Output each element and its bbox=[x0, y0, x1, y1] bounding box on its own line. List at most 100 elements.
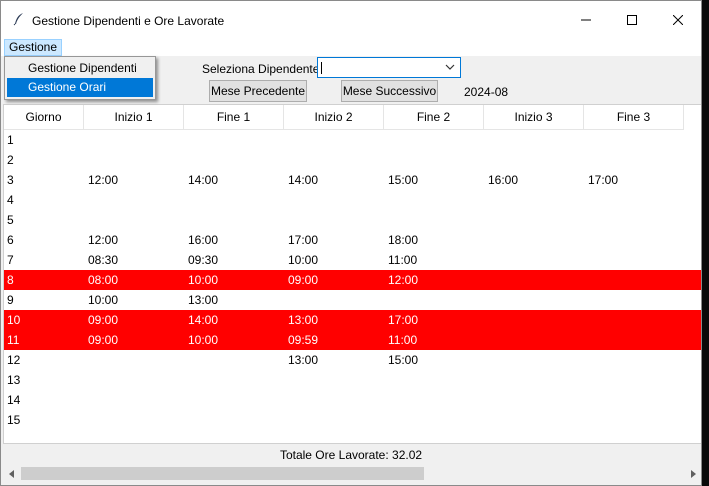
time-cell bbox=[384, 290, 484, 310]
feather-icon bbox=[13, 12, 25, 26]
time-cell: 08:30 bbox=[88, 253, 119, 267]
time-cell: 10:00 bbox=[188, 273, 219, 287]
day-cell: 7 bbox=[7, 253, 14, 267]
time-cell bbox=[184, 210, 284, 230]
table-body: 1 2 3 12:00 14:00 14:00 15:00 16:00 17:00 4 5 6 12:0… bbox=[4, 130, 701, 430]
menu-item-gestione-dipendenti[interactable]: Gestione Dipendenti bbox=[7, 59, 153, 78]
next-month-button[interactable]: Mese Successivo bbox=[341, 80, 438, 102]
time-cell bbox=[384, 390, 484, 410]
time-cell bbox=[384, 190, 484, 210]
arrow-right-icon bbox=[690, 469, 696, 478]
column-header[interactable]: Fine 1 bbox=[184, 105, 284, 130]
scroll-left-button[interactable] bbox=[3, 465, 20, 482]
time-cell bbox=[384, 370, 484, 390]
chevron-down-icon[interactable] bbox=[444, 61, 456, 73]
time-cell bbox=[584, 410, 684, 430]
table-row[interactable]: 15 bbox=[4, 410, 701, 430]
time-cell: 09:00 bbox=[288, 273, 319, 287]
table-row[interactable]: 7 08:30 09:30 10:00 11:00 bbox=[4, 250, 701, 270]
time-cell: 11:00 bbox=[388, 253, 418, 267]
table-row[interactable]: 11 09:00 10:00 09:59 11:00 bbox=[4, 330, 701, 350]
time-cell: 17:00 bbox=[288, 233, 319, 247]
scroll-right-button[interactable] bbox=[685, 465, 701, 482]
time-cell: 17:00 bbox=[388, 313, 419, 327]
time-cell bbox=[84, 190, 184, 210]
time-cell bbox=[184, 190, 284, 210]
time-cell bbox=[584, 310, 684, 330]
employee-combobox[interactable] bbox=[317, 57, 461, 78]
column-header[interactable]: Fine 3 bbox=[584, 105, 684, 130]
time-cell bbox=[484, 410, 584, 430]
time-cell bbox=[584, 390, 684, 410]
minimize-button[interactable] bbox=[563, 1, 609, 39]
time-cell bbox=[284, 190, 384, 210]
time-cell bbox=[584, 210, 684, 230]
day-cell: 10 bbox=[7, 313, 21, 327]
table-row[interactable]: 3 12:00 14:00 14:00 15:00 16:00 17:00 bbox=[4, 170, 701, 190]
table-row[interactable]: 14 bbox=[4, 390, 701, 410]
time-cell: 15:00 bbox=[388, 173, 419, 187]
time-cell bbox=[284, 150, 384, 170]
day-cell: 11 bbox=[7, 333, 20, 347]
time-cell bbox=[384, 410, 484, 430]
time-cell bbox=[84, 410, 184, 430]
time-cell bbox=[284, 370, 384, 390]
time-cell: 17:00 bbox=[588, 173, 619, 187]
time-cell: 10:00 bbox=[188, 333, 219, 347]
time-cell: 09:00 bbox=[88, 333, 119, 347]
maximize-button[interactable] bbox=[609, 1, 655, 39]
menu-item-gestione-orari[interactable]: Gestione Orari bbox=[7, 78, 153, 97]
day-cell: 15 bbox=[7, 413, 21, 427]
day-cell: 1 bbox=[7, 133, 14, 147]
time-cell: 10:00 bbox=[88, 293, 119, 307]
table-row[interactable]: 12 13:00 15:00 bbox=[4, 350, 701, 370]
time-cell bbox=[484, 350, 584, 370]
column-header[interactable]: Inizio 1 bbox=[84, 105, 184, 130]
column-header[interactable]: Giorno bbox=[4, 105, 84, 130]
title-bar[interactable]: Gestione Dipendenti e Ore Lavorate bbox=[1, 1, 701, 39]
time-cell bbox=[84, 370, 184, 390]
time-cell: 18:00 bbox=[388, 233, 419, 247]
table-row[interactable]: 2 bbox=[4, 150, 701, 170]
time-cell: 13:00 bbox=[288, 313, 319, 327]
time-cell bbox=[284, 290, 384, 310]
time-cell bbox=[484, 310, 584, 330]
time-cell bbox=[484, 210, 584, 230]
table-row[interactable]: 8 08:00 10:00 09:00 12:00 bbox=[4, 270, 701, 290]
hours-table[interactable]: Giorno Inizio 1 Fine 1 Inizio 2 Fine 2 I… bbox=[3, 104, 701, 444]
time-cell bbox=[284, 390, 384, 410]
table-row[interactable]: 10 09:00 14:00 13:00 17:00 bbox=[4, 310, 701, 330]
table-row[interactable]: 13 bbox=[4, 370, 701, 390]
horizontal-scrollbar[interactable] bbox=[3, 465, 701, 482]
desktop-background bbox=[702, 0, 709, 486]
close-button[interactable] bbox=[655, 1, 701, 39]
total-hours-label: Totale Ore Lavorate: 32.02 bbox=[279, 448, 423, 462]
time-cell bbox=[584, 370, 684, 390]
time-cell: 08:00 bbox=[88, 273, 119, 287]
app-window: Gestione Dipendenti e Ore Lavorate Gesti… bbox=[0, 0, 702, 486]
table-row[interactable]: 4 bbox=[4, 190, 701, 210]
time-cell bbox=[584, 130, 684, 150]
previous-month-button[interactable]: Mese Precedente bbox=[209, 80, 307, 102]
table-row[interactable]: 5 bbox=[4, 210, 701, 230]
table-row[interactable]: 6 12:00 16:00 17:00 18:00 bbox=[4, 230, 701, 250]
time-cell bbox=[584, 250, 684, 270]
time-cell: 12:00 bbox=[388, 273, 419, 287]
time-cell bbox=[584, 350, 684, 370]
time-cell bbox=[484, 130, 584, 150]
time-cell: 16:00 bbox=[188, 233, 219, 247]
time-cell: 16:00 bbox=[488, 173, 519, 187]
column-header[interactable]: Inizio 2 bbox=[284, 105, 384, 130]
scrollbar-thumb[interactable] bbox=[21, 467, 424, 480]
menu-gestione[interactable]: Gestione bbox=[4, 39, 63, 56]
time-cell bbox=[484, 190, 584, 210]
column-header[interactable]: Inizio 3 bbox=[484, 105, 584, 130]
time-cell bbox=[184, 410, 284, 430]
day-cell: 6 bbox=[7, 233, 14, 247]
day-cell: 5 bbox=[7, 213, 14, 227]
column-header[interactable]: Fine 2 bbox=[384, 105, 484, 130]
time-cell: 15:00 bbox=[388, 353, 419, 367]
time-cell bbox=[484, 230, 584, 250]
table-row[interactable]: 9 10:00 13:00 bbox=[4, 290, 701, 310]
table-row[interactable]: 1 bbox=[4, 130, 701, 150]
